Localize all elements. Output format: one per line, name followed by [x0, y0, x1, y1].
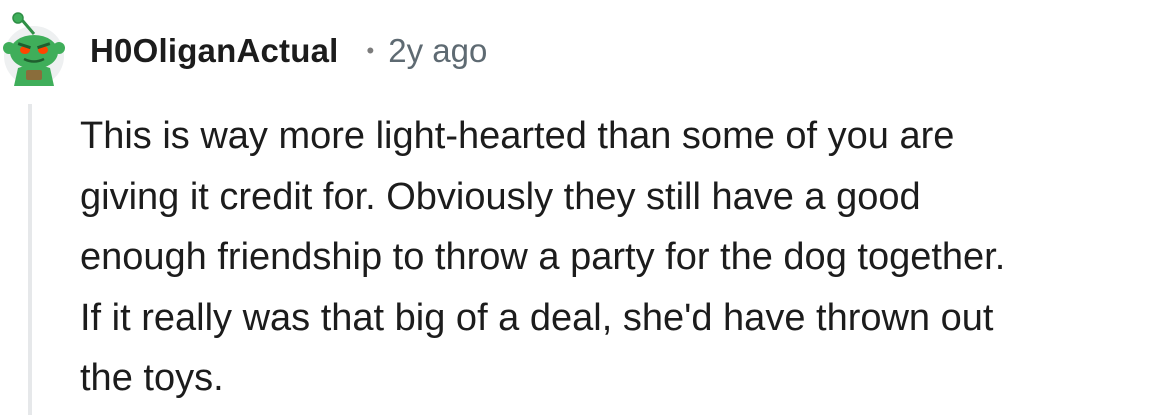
comment-header: H0OliganActual • 2y ago — [90, 28, 487, 74]
comment: H0OliganActual • 2y ago This is way more… — [0, 0, 1173, 415]
comment-body: This is way more light-hearted than some… — [80, 106, 1170, 409]
comment-author[interactable]: H0OliganActual — [90, 32, 339, 70]
comment-body-line: enough friendship to throw a party for t… — [80, 236, 1006, 278]
thread-collapse-line[interactable] — [28, 104, 32, 415]
comment-body-line: This is way more light-hearted than some… — [80, 115, 955, 157]
snoo-avatar-icon — [3, 12, 65, 86]
comment-timestamp[interactable]: 2y ago — [388, 32, 487, 70]
comment-body-line: If it really was that big of a deal, she… — [80, 296, 994, 339]
comment-body-line: the toys. — [80, 357, 224, 399]
comment-body-line: giving it credit for. Obviously they sti… — [80, 175, 921, 218]
user-avatar[interactable] — [0, 12, 68, 86]
meta-separator: • — [366, 38, 375, 63]
